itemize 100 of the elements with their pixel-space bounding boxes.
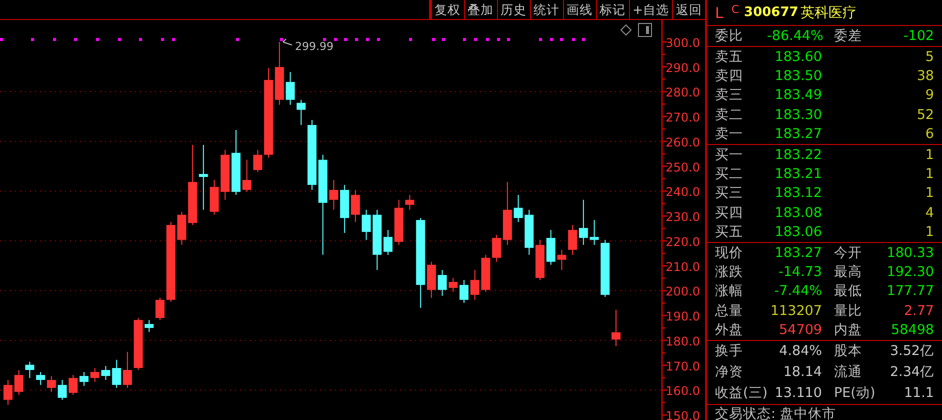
axis-label: 290.0 xyxy=(666,60,700,75)
ask-price: 183.49 xyxy=(774,87,822,104)
field-value: 4.84% xyxy=(778,343,822,360)
candlestick xyxy=(144,320,154,332)
ask-level-label: 卖四 xyxy=(715,67,744,86)
candlestick xyxy=(438,270,447,296)
field-label: 涨跌 xyxy=(715,262,744,281)
ask-price: 183.50 xyxy=(774,68,822,84)
field-label: 股本 xyxy=(833,342,863,360)
field-label: 最低 xyxy=(833,282,863,300)
ask-level-label: 卖一 xyxy=(715,125,744,144)
candlestick xyxy=(600,239,610,298)
axis-label: 160.0 xyxy=(666,384,700,398)
field-value: 54709 xyxy=(778,322,822,338)
axis-label: 190.0 xyxy=(666,310,700,324)
candlestick xyxy=(448,277,458,292)
field-value: 2.77 xyxy=(902,302,934,319)
ask-level-label: 卖五 xyxy=(715,48,744,66)
axis-label: 150.0 xyxy=(666,409,700,420)
field-value: -102 xyxy=(902,28,934,44)
candlestick xyxy=(557,249,566,270)
bid-volume: 1 xyxy=(924,166,934,182)
candlestick xyxy=(46,375,56,392)
candlestick xyxy=(481,254,490,292)
field-value: -7.44% xyxy=(773,283,822,300)
field-label: 今开 xyxy=(833,244,863,262)
candlestick xyxy=(101,366,110,380)
field-value: 183.27 xyxy=(774,244,822,261)
market-flag-label: L xyxy=(715,4,724,22)
candlestick xyxy=(274,41,284,106)
axis-label: 300.0 xyxy=(666,36,700,50)
field-value: 18.14 xyxy=(782,364,822,380)
field-value: 192.30 xyxy=(886,264,934,280)
bid-price: 183.06 xyxy=(774,224,822,240)
field-label: 内盘 xyxy=(833,321,863,340)
candlestick xyxy=(362,209,371,240)
candlestick xyxy=(286,72,295,106)
ask-price: 183.27 xyxy=(774,126,822,142)
axis-label: 230.0 xyxy=(666,210,700,224)
class-flag-label: C xyxy=(731,3,740,16)
field-label: 外盘 xyxy=(715,321,744,340)
peak-price-label: 299.99 xyxy=(295,40,334,53)
candlestick xyxy=(210,179,219,216)
candlestick xyxy=(524,209,534,256)
candlestick xyxy=(612,309,620,346)
candlestick xyxy=(14,370,24,396)
bid-level-label: 买三 xyxy=(715,184,744,202)
candlestick xyxy=(384,229,392,256)
field-label: 流通 xyxy=(833,363,863,382)
bid-level-label: 买二 xyxy=(715,165,744,184)
panel-toggle-icon[interactable] xyxy=(638,23,652,37)
field-label: PE(动) xyxy=(833,384,876,402)
leader-line xyxy=(282,38,292,46)
candlestick xyxy=(58,379,67,400)
axis-label: 170.0 xyxy=(666,359,700,374)
field-value: 180.33 xyxy=(886,244,934,261)
candlestick xyxy=(372,209,382,270)
candlestick xyxy=(394,199,404,246)
bid-level-label: 买一 xyxy=(715,146,744,164)
candlestick xyxy=(590,220,599,246)
field-label: 涨幅 xyxy=(715,282,744,300)
field-value: 113207 xyxy=(769,302,822,319)
candlestick xyxy=(220,149,230,200)
candlestick xyxy=(536,239,544,280)
bid-level-label: 买四 xyxy=(715,204,744,222)
candlestick xyxy=(405,194,414,210)
bid-volume: 1 xyxy=(924,146,934,163)
candlestick xyxy=(90,368,100,382)
field-label: 现价 xyxy=(715,244,744,262)
candlestick xyxy=(25,361,34,378)
ask-level-label: 卖三 xyxy=(715,86,744,104)
ask-volume: 52 xyxy=(916,106,934,123)
field-value: -14.73 xyxy=(777,264,822,280)
field-label: 量比 xyxy=(833,302,863,320)
field-label: 最高 xyxy=(833,262,863,281)
axis-label: 240.0 xyxy=(666,185,700,200)
candlestick xyxy=(68,374,78,396)
candlestick xyxy=(134,318,143,370)
field-value: 11.1 xyxy=(902,385,934,402)
axis-label: 260.0 xyxy=(666,135,700,150)
field-label: 总量 xyxy=(715,302,744,320)
axis-label: 210.0 xyxy=(666,260,700,274)
bid-volume: 4 xyxy=(924,204,934,221)
candlestick xyxy=(122,351,132,388)
bid-level-label: 买五 xyxy=(715,223,744,242)
ask-volume: 5 xyxy=(924,48,934,65)
candlestick xyxy=(253,149,262,172)
candlestick xyxy=(80,372,88,386)
stock-name: 英科医疗 xyxy=(800,4,856,22)
axis-label: 180.0 xyxy=(666,334,700,348)
axis-label: 200.0 xyxy=(666,284,700,299)
candlestick xyxy=(198,144,208,210)
candlestick xyxy=(4,379,12,406)
field-label: 净资 xyxy=(715,363,744,382)
candlestick xyxy=(514,194,523,222)
field-value: 2.34亿 xyxy=(888,363,934,382)
diamond-icon[interactable] xyxy=(620,24,632,36)
ask-volume: 38 xyxy=(916,68,934,84)
candlestick xyxy=(296,99,306,126)
candlestick xyxy=(177,211,186,246)
